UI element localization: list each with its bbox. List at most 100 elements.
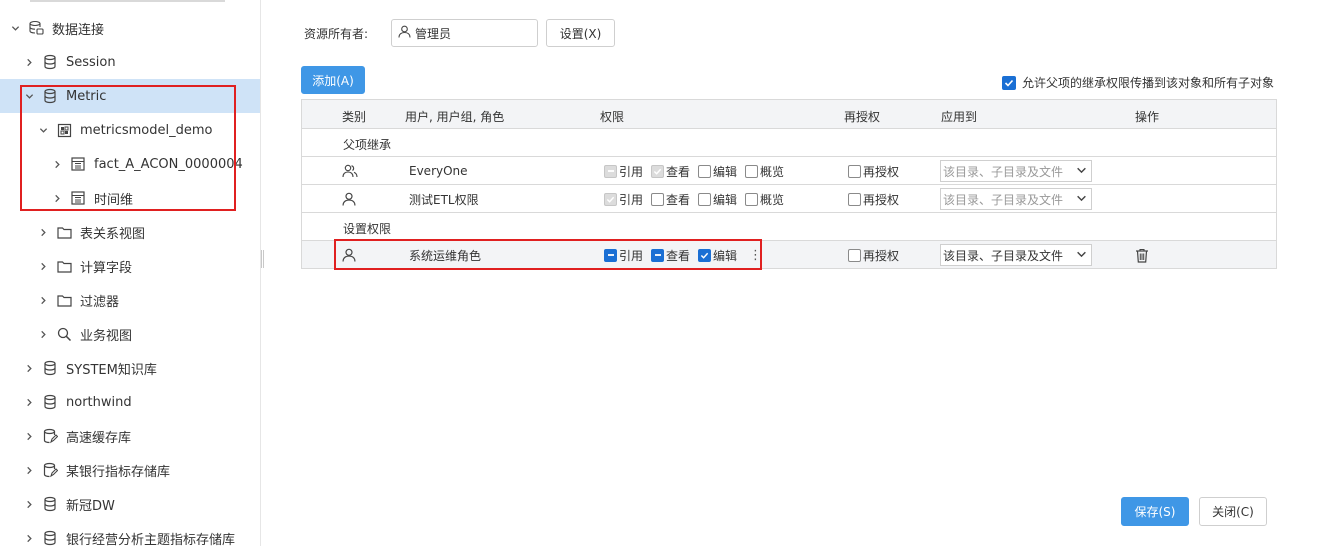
perm-browse-checkbox[interactable]: 概览: [745, 191, 784, 208]
group-icon: [342, 157, 358, 185]
sidebar-item-system-kb[interactable]: SYSTEM知识库: [0, 351, 260, 385]
perm-view-checkbox[interactable]: 查看: [651, 163, 690, 180]
close-button[interactable]: 关闭(C): [1199, 497, 1267, 526]
save-button[interactable]: 保存(S): [1121, 497, 1189, 526]
folder-icon: [56, 258, 72, 274]
chevron-right-icon[interactable]: [24, 465, 34, 475]
chevron-right-icon[interactable]: [24, 57, 34, 67]
table-row: EveryOne 引用 查看 编辑 概览 再授权 该目录、子目录及文件: [302, 157, 1276, 185]
sidebar-item-label: metricsmodel_demo: [80, 122, 213, 138]
chevron-right-icon[interactable]: [24, 363, 34, 373]
table-row: 系统运维角色 引用 查看 编辑 ⋮ 再授权 该目录、子目录及文件: [302, 241, 1276, 269]
chevron-right-icon[interactable]: [24, 431, 34, 441]
perm-ref-checkbox[interactable]: 引用: [604, 163, 643, 180]
user-icon: [342, 241, 356, 269]
principal-name: EveryOne: [409, 164, 468, 178]
header-regrant: 再授权: [844, 110, 881, 124]
apply-to-value: 该目录、子目录及文件: [943, 192, 1064, 207]
group-inherited-label: 父项继承: [343, 138, 392, 152]
perm-edit-checkbox[interactable]: 编辑: [698, 247, 737, 264]
inherit-permissions-checkbox[interactable]: 允许父项的继承权限传播到该对象和所有子对象: [1002, 74, 1274, 91]
principal-name: 系统运维角色: [409, 248, 482, 263]
regrant-checkbox[interactable]: 再授权: [848, 241, 907, 269]
sidebar-item-metric[interactable]: Metric: [0, 79, 260, 113]
database-edit-icon: [42, 462, 58, 478]
sidebar-item-fact-table[interactable]: fact_A_ACON_0000004: [0, 147, 260, 181]
search-icon: [56, 326, 72, 342]
chevron-down-icon[interactable]: [24, 91, 34, 101]
permission-checkboxes: 引用 查看 编辑 ⋮: [604, 241, 762, 269]
perm-ref-checkbox[interactable]: 引用: [604, 191, 643, 208]
apply-to-select[interactable]: 该目录、子目录及文件: [940, 157, 1092, 185]
chevron-right-icon[interactable]: [24, 499, 34, 509]
chevron-right-icon[interactable]: [38, 261, 48, 271]
sidebar-item-time-dimension[interactable]: 时间维: [0, 181, 260, 215]
chevron-down-icon: [1076, 249, 1087, 263]
sidebar-item-table-relations[interactable]: 表关系视图: [0, 215, 260, 249]
sidebar-item-bank-metrics-db[interactable]: 某银行指标存储库: [0, 453, 260, 487]
chevron-right-icon[interactable]: [52, 159, 62, 169]
perm-view-checkbox[interactable]: 查看: [651, 191, 690, 208]
header-principal: 用户, 用户组, 角色: [405, 110, 505, 124]
database-icon: [42, 530, 58, 546]
perm-ref-checkbox[interactable]: 引用: [604, 247, 643, 264]
permission-checkboxes: 引用 查看 编辑 概览: [604, 185, 792, 213]
sidebar-item-label: fact_A_ACON_0000004: [94, 156, 243, 172]
sidebar-item-covid-dw[interactable]: 新冠DW: [0, 487, 260, 521]
perm-edit-checkbox[interactable]: 编辑: [698, 191, 737, 208]
permissions-table: 类别 用户, 用户组, 角色 权限 再授权 应用到 操作 父项继承 EveryO…: [301, 99, 1277, 269]
chevron-right-icon[interactable]: [38, 295, 48, 305]
user-icon: [398, 25, 411, 42]
apply-to-value: 该目录、子目录及文件: [943, 164, 1064, 179]
table-icon: [70, 190, 86, 206]
model-icon: [56, 122, 72, 138]
sidebar: 数据连接 Session Metric metricsmodel_demo fa…: [0, 0, 261, 546]
header-apply-to: 应用到: [941, 110, 978, 124]
folder-icon: [56, 224, 72, 240]
perm-browse-checkbox[interactable]: 概览: [745, 163, 784, 180]
apply-to-select[interactable]: 该目录、子目录及文件: [940, 241, 1092, 269]
sidebar-item-data-connections[interactable]: 数据连接: [0, 11, 260, 45]
sidebar-item-label: 计算字段: [80, 260, 133, 276]
add-button[interactable]: 添加(A): [301, 66, 365, 94]
chevron-right-icon[interactable]: [24, 397, 34, 407]
trash-icon[interactable]: [1135, 241, 1149, 269]
group-set-permissions: 设置权限: [302, 213, 1276, 241]
sidebar-item-label: 数据连接: [52, 22, 105, 38]
chevron-right-icon[interactable]: [24, 533, 34, 543]
sidebar-item-session[interactable]: Session: [0, 45, 260, 79]
chevron-right-icon[interactable]: [52, 193, 62, 203]
chevron-down-icon[interactable]: [10, 23, 20, 33]
sidebar-item-label: northwind: [66, 394, 132, 410]
sidebar-item-metricsmodel-demo[interactable]: metricsmodel_demo: [0, 113, 260, 147]
perm-edit-checkbox[interactable]: 编辑: [698, 163, 737, 180]
sidebar-item-northwind[interactable]: northwind: [0, 385, 260, 419]
panel-splitter[interactable]: [261, 250, 264, 268]
owner-settings-button[interactable]: 设置(X): [546, 19, 615, 47]
owner-field[interactable]: 管理员: [391, 19, 538, 47]
sidebar-item-cache-db[interactable]: 高速缓存库: [0, 419, 260, 453]
chevron-down-icon[interactable]: [38, 125, 48, 135]
regrant-checkbox[interactable]: 再授权: [848, 185, 907, 213]
perm-view-checkbox[interactable]: 查看: [651, 247, 690, 264]
user-icon: [342, 185, 356, 213]
chevron-down-icon: [1076, 193, 1087, 207]
inherit-permissions-label: 允许父项的继承权限传播到该对象和所有子对象: [1022, 76, 1275, 90]
database-icon: [42, 496, 58, 512]
sidebar-item-label: Session: [66, 54, 116, 70]
more-icon[interactable]: ⋮: [749, 248, 762, 263]
sidebar-item-label: 时间维: [94, 192, 134, 208]
regrant-checkbox[interactable]: 再授权: [848, 157, 907, 185]
checkbox-checked-icon[interactable]: [1002, 75, 1016, 90]
sidebar-item-filters[interactable]: 过滤器: [0, 283, 260, 317]
owner-label: 资源所有者:: [304, 27, 369, 41]
sidebar-item-label: 某银行指标存储库: [66, 464, 171, 480]
sidebar-item-bank-analysis-db[interactable]: 银行经营分析主题指标存储库: [0, 521, 260, 546]
sidebar-item-label: Metric: [66, 88, 107, 104]
apply-to-select[interactable]: 该目录、子目录及文件: [940, 185, 1092, 213]
sidebar-item-calculated-fields[interactable]: 计算字段: [0, 249, 260, 283]
sidebar-item-business-views[interactable]: 业务视图: [0, 317, 260, 351]
chevron-right-icon[interactable]: [38, 329, 48, 339]
header-type: 类别: [342, 110, 367, 124]
chevron-right-icon[interactable]: [38, 227, 48, 237]
